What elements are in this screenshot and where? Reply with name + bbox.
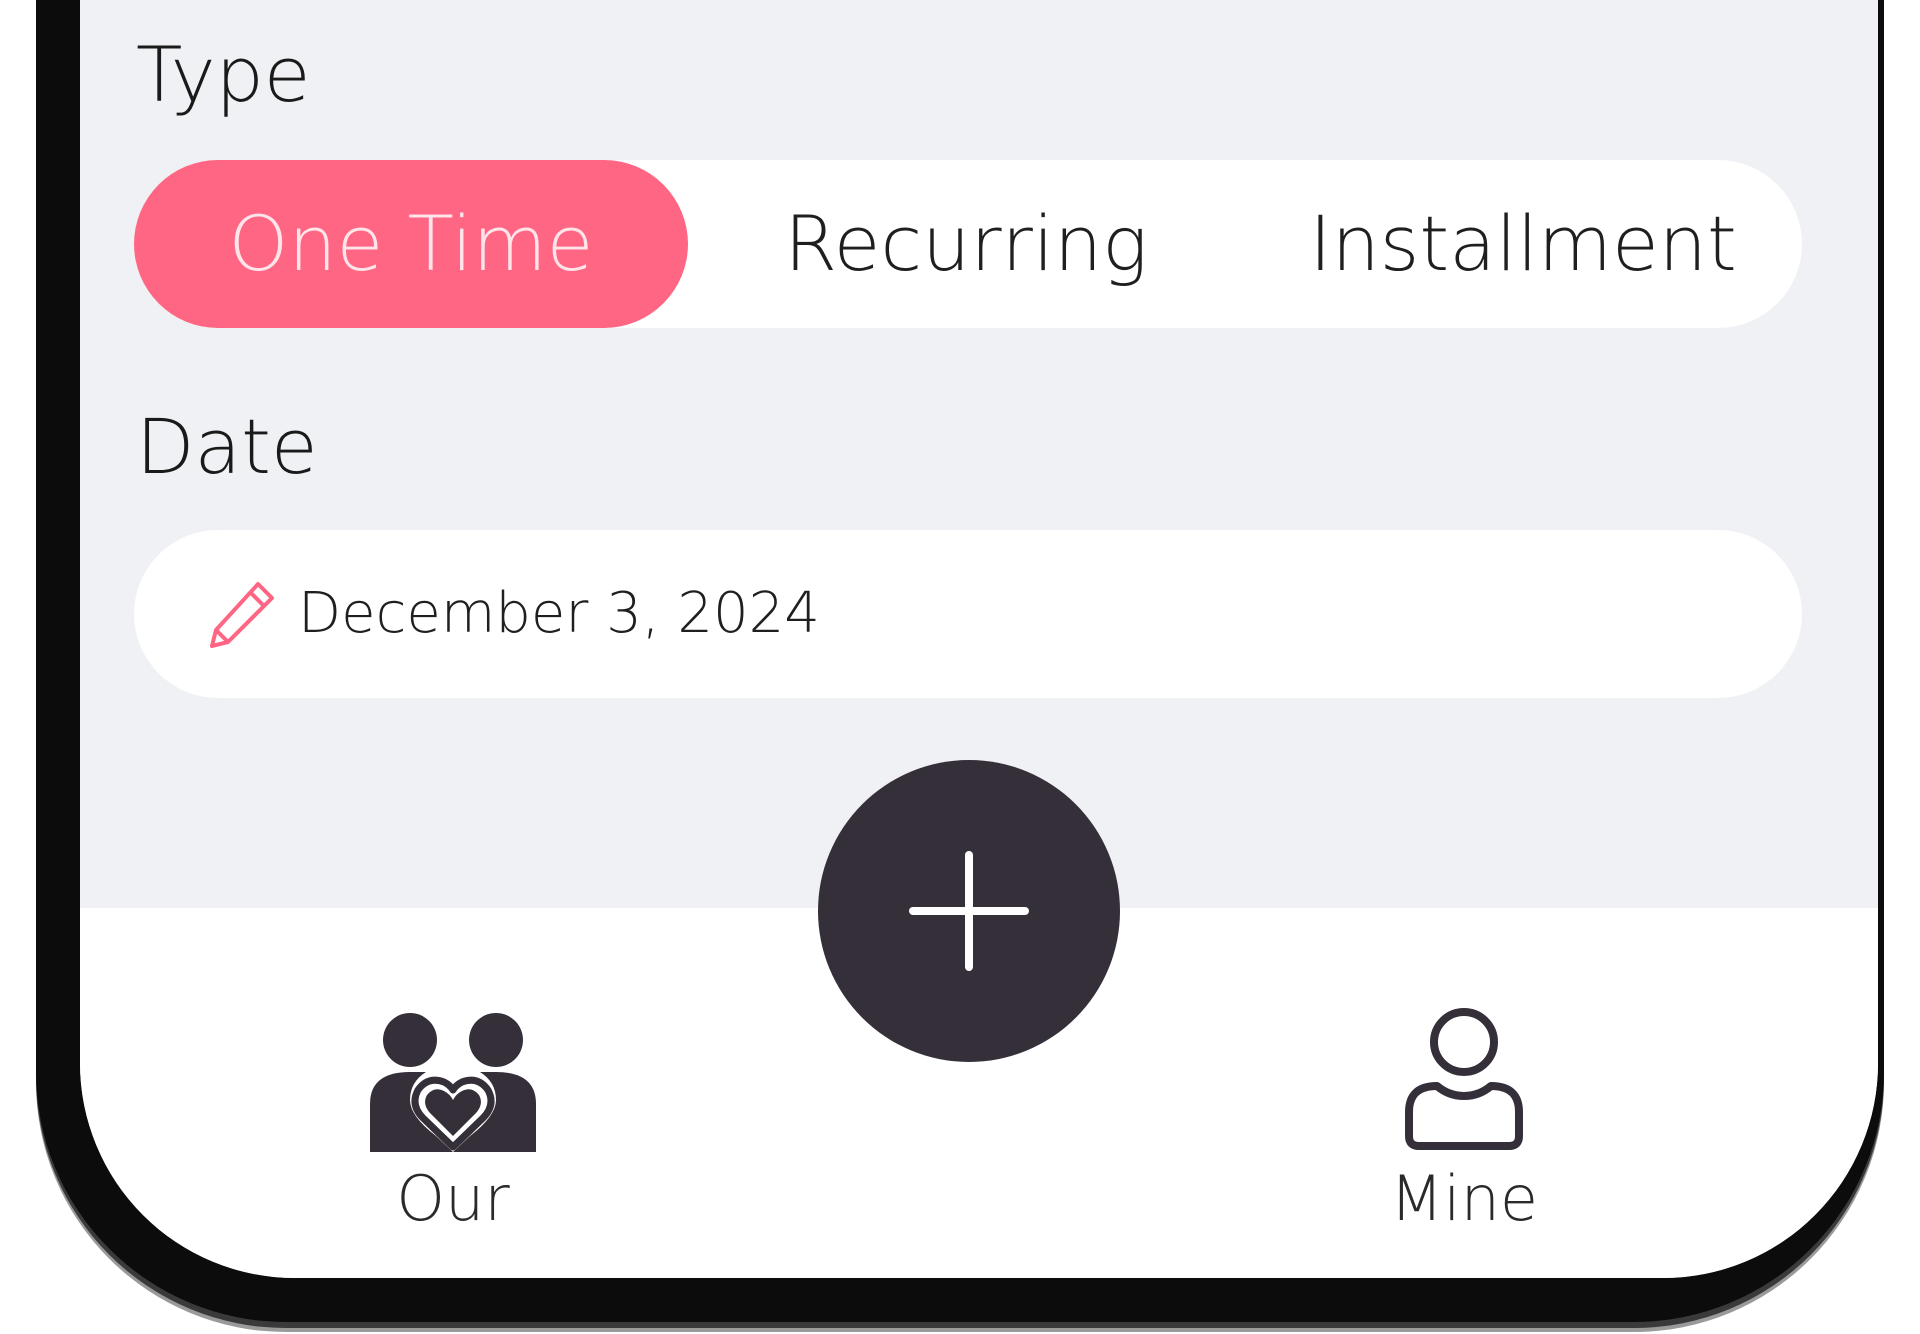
type-option-recurring[interactable]: Recurring: [688, 160, 1244, 328]
date-label: Date: [136, 402, 318, 491]
phone-frame: Type One Time Recurring Installment Date: [36, 0, 1884, 1322]
add-button[interactable]: [818, 760, 1120, 1062]
date-value: December 3, 2024: [298, 581, 820, 646]
person-icon: [1405, 1008, 1523, 1150]
plus-icon: [909, 851, 1029, 971]
pencil-icon: [210, 582, 274, 648]
phone-screen: Type One Time Recurring Installment Date: [80, 0, 1878, 1278]
type-option-installment[interactable]: Installment: [1244, 160, 1802, 328]
type-option-one-time[interactable]: One Time: [134, 160, 688, 328]
nav-label-our: Our: [396, 1162, 510, 1235]
couple-heart-icon: [370, 1013, 536, 1152]
screen-content: Type One Time Recurring Installment Date: [80, 0, 1878, 1278]
nav-item-mine[interactable]: Mine: [1314, 908, 1614, 1248]
type-segmented-control: One Time Recurring Installment: [134, 160, 1802, 328]
nav-label-mine: Mine: [1389, 1162, 1539, 1235]
type-label: Type: [136, 30, 311, 119]
date-field[interactable]: December 3, 2024: [134, 530, 1802, 698]
nav-item-our[interactable]: Our: [303, 908, 603, 1248]
app-canvas: Type One Time Recurring Installment Date: [0, 0, 1920, 1334]
